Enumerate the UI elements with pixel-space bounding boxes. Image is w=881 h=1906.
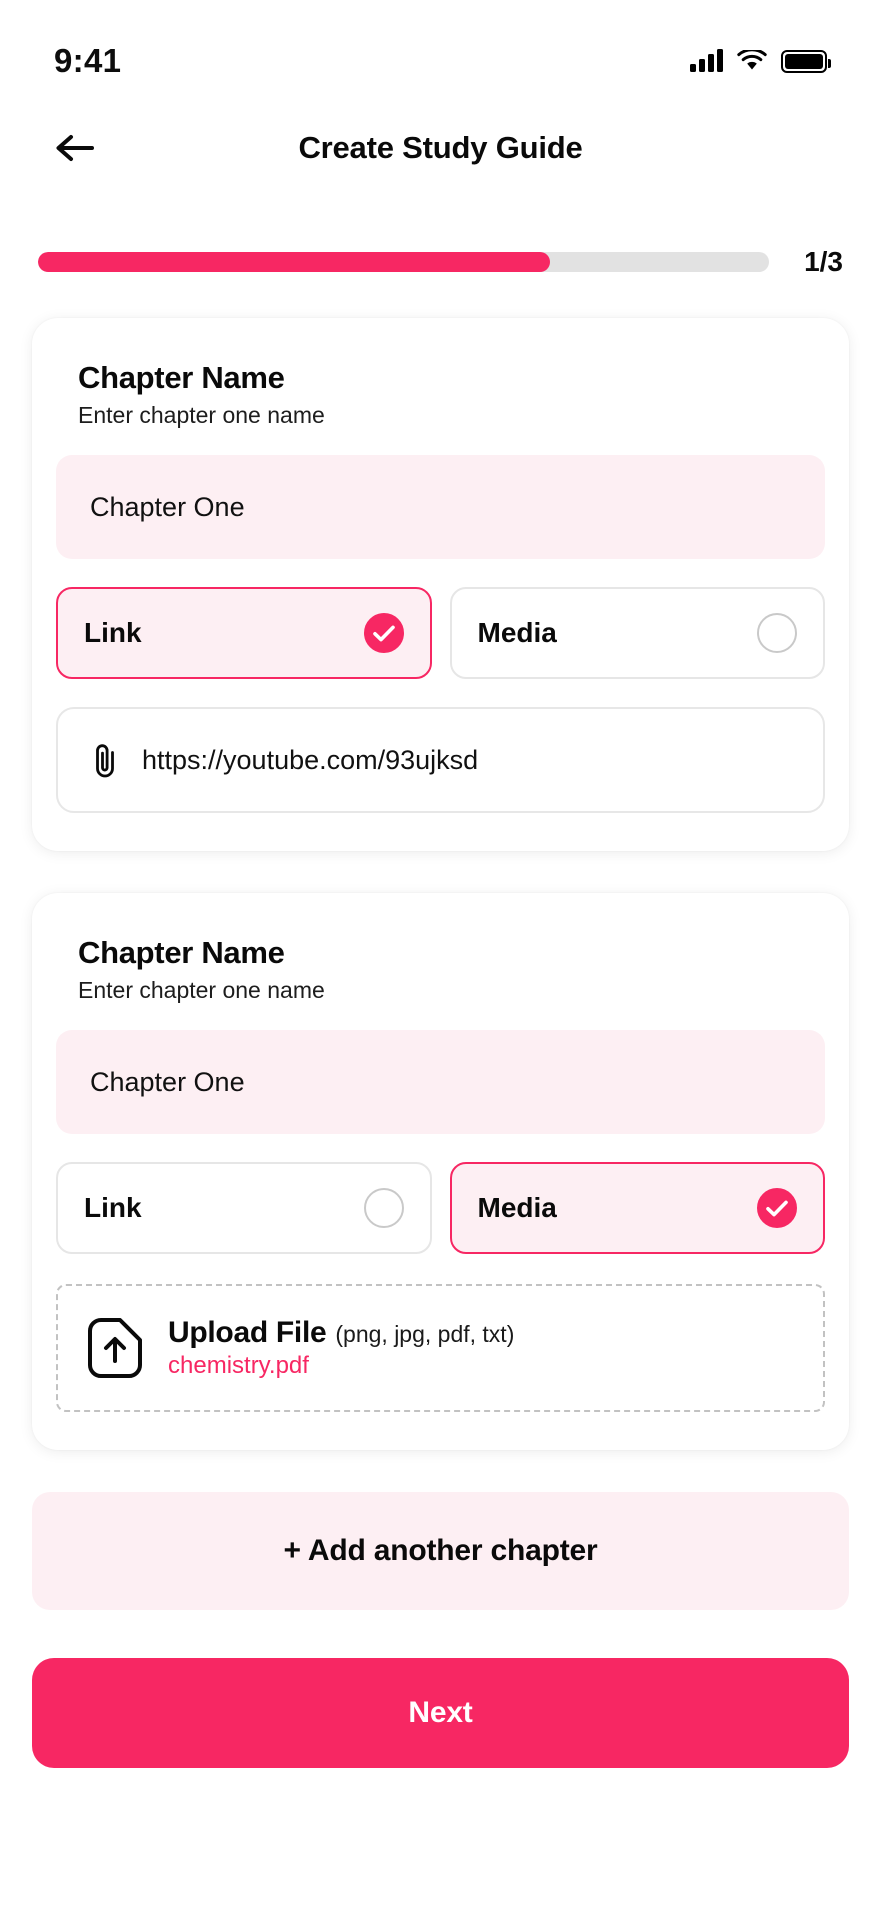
progress-bar-fill: [38, 252, 550, 272]
page-title: Create Study Guide: [298, 130, 583, 165]
option-media[interactable]: Media: [449, 587, 825, 679]
progress-step-label: 1/3: [804, 246, 843, 277]
file-upload-dropzone[interactable]: Upload File (png, jpg, pdf, txt) chemist…: [56, 1284, 825, 1412]
next-button[interactable]: Next: [32, 1658, 849, 1768]
upload-formats: (png, jpg, pdf, txt): [335, 1321, 515, 1347]
status-time: 9:41: [54, 42, 122, 79]
chapter-name-input[interactable]: Chapter One: [56, 1030, 825, 1134]
uploaded-file-name: chemistry.pdf: [168, 1352, 309, 1379]
back-button[interactable]: [48, 121, 102, 175]
chapters-list: Chapter Name Enter chapter one name Chap…: [0, 278, 881, 1450]
progress-bar: [38, 252, 769, 272]
mobile-screen: 9:41 Create Study Guide 1/3 Chapter Name…: [0, 0, 881, 1906]
radio-checked-icon: [363, 613, 404, 653]
option-media-label: Media: [477, 1192, 557, 1223]
upload-texts: Upload File (png, jpg, pdf, txt) chemist…: [168, 1316, 514, 1380]
option-media[interactable]: Media: [449, 1162, 825, 1254]
chapter-name-value: Chapter One: [90, 1066, 245, 1097]
chapter-name-value: Chapter One: [90, 491, 245, 522]
chapter-subtitle: Enter chapter one name: [78, 977, 325, 1003]
status-bar: 9:41: [0, 0, 881, 96]
wifi-icon: [737, 50, 767, 70]
app-header: Create Study Guide: [0, 96, 881, 200]
chapter-title: Chapter Name: [78, 360, 285, 395]
radio-unchecked-icon: [363, 1188, 404, 1228]
chapter-subtitle: Enter chapter one name: [78, 402, 325, 428]
chapter-title: Chapter Name: [78, 935, 285, 970]
radio-checked-icon: [757, 1188, 797, 1228]
file-upload-icon: [88, 1318, 142, 1378]
source-type-options: Link Media: [56, 587, 825, 679]
chapter-card: Chapter Name Enter chapter one name Chap…: [32, 893, 849, 1450]
cellular-signal-icon: [690, 49, 723, 72]
arrow-left-icon: [56, 135, 94, 161]
option-media-label: Media: [477, 617, 557, 648]
battery-full-icon: [781, 49, 831, 73]
source-type-options: Link Media: [56, 1162, 825, 1254]
link-url-input[interactable]: https://youtube.com/93ujksd: [56, 707, 825, 813]
chapter-card: Chapter Name Enter chapter one name Chap…: [32, 318, 849, 851]
radio-unchecked-icon: [757, 613, 797, 653]
upload-heading-row: Upload File (png, jpg, pdf, txt): [168, 1316, 514, 1350]
option-link[interactable]: Link: [56, 587, 432, 679]
option-link-label: Link: [84, 617, 142, 648]
progress-row: 1/3: [0, 200, 881, 278]
option-link-label: Link: [84, 1192, 142, 1223]
upload-title: Upload File: [168, 1316, 327, 1349]
link-url-value: https://youtube.com/93ujksd: [142, 744, 479, 775]
add-another-chapter-button[interactable]: + Add another chapter: [32, 1492, 849, 1610]
chapter-name-input[interactable]: Chapter One: [56, 455, 825, 559]
option-link[interactable]: Link: [56, 1162, 432, 1254]
paperclip-icon: [96, 744, 114, 778]
status-icons: [690, 49, 831, 73]
